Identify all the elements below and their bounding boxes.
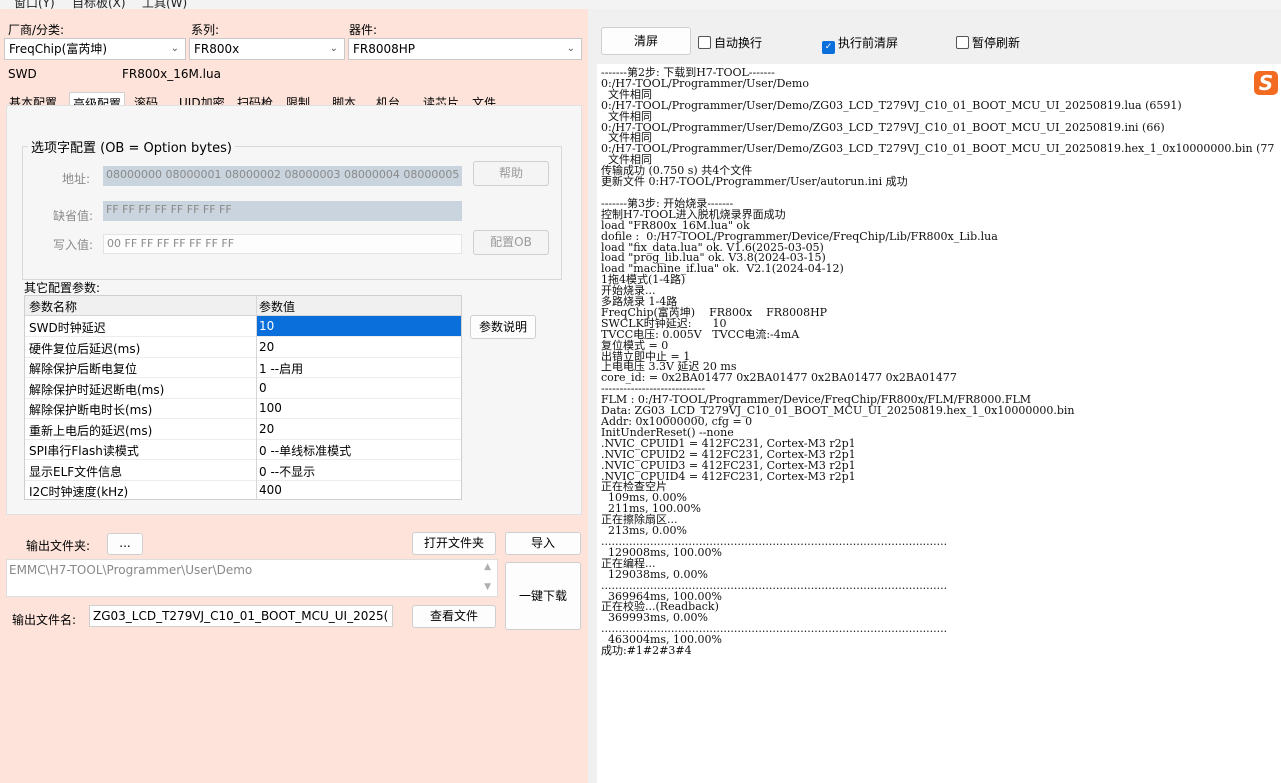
script-label: FR800x_16M.lua [122, 67, 221, 81]
chevron-down-icon: ⌄ [566, 43, 575, 54]
ob-address-field[interactable]: 08000000 08000001 08000002 08000003 0800… [103, 166, 462, 186]
ob-default-field[interactable]: FF FF FF FF FF FF FF FF [103, 201, 462, 221]
series-select[interactable]: FR800x ⌄ [189, 38, 345, 60]
params-title: 其它配置参数: [24, 281, 101, 295]
config-ob-button[interactable]: 配置OB [473, 230, 549, 255]
view-file-button[interactable]: 查看文件 [412, 605, 496, 628]
auto-wrap-checkbox[interactable]: 自动换行 [698, 34, 762, 51]
open-folder-button[interactable]: 打开文件夹 [412, 532, 496, 555]
log-output[interactable]: -------第2步: 下载到H7-TOOL------- 0:/H7-TOOL… [597, 64, 1281, 783]
output-filename-label: 输出文件名: [12, 613, 77, 627]
log-text: -------第2步: 下载到H7-TOOL------- 0:/H7-TOOL… [601, 66, 1275, 658]
output-folder-label: 输出文件夹: [26, 539, 91, 553]
table-row[interactable]: 显示ELF文件信息 0 --不显示 [25, 460, 461, 481]
option-bytes-title: 选项字配置 (OB = Option bytes) [28, 137, 235, 156]
output-filename-field[interactable]: ZG03_LCD_T279VJ_C10_01_BOOT_MCU_UI_2025( [89, 605, 393, 627]
table-row[interactable]: 解除保护时延迟断电(ms) 0 [25, 378, 461, 399]
param-name: 硬件复位后延迟(ms) [29, 341, 141, 356]
interface-label: SWD [8, 67, 37, 81]
param-name: I2C时钟速度(kHz) [29, 485, 129, 499]
series-value: FR800x [194, 42, 240, 56]
clear-screen-button[interactable]: 清屏 [601, 27, 691, 55]
scroll-down-icon[interactable]: ▼ [484, 582, 491, 592]
param-name: SWD时钟延迟 [29, 321, 106, 335]
pause-refresh-checkbox[interactable]: 暂停刷新 [956, 34, 1020, 51]
chevron-down-icon: ⌄ [170, 43, 179, 54]
output-path-box[interactable]: EMMC\H7-TOOL\Programmer\User\Demo ▲ ▼ [6, 559, 498, 597]
col-param-name: 参数名称 [29, 300, 78, 314]
param-help-button[interactable]: 参数说明 [470, 315, 536, 339]
table-row[interactable]: 硬件复位后延迟(ms) 20 [25, 337, 461, 358]
vendor-value: FreqChip(富芮坤) [9, 42, 107, 56]
checkbox-unchecked-icon [956, 36, 969, 49]
table-row[interactable]: 解除保护后断电复位 1 --启用 [25, 357, 461, 378]
menu-window[interactable]: 窗口(Y) [14, 0, 55, 9]
param-value[interactable]: 0 --不显示 [259, 463, 315, 480]
param-value[interactable]: 10 [259, 319, 274, 333]
device-value: FR8008HP [353, 42, 416, 56]
ob-address-label: 地址: [62, 172, 91, 186]
clear-before-run-label: 执行前清屏 [838, 36, 899, 50]
clear-before-run-checkbox[interactable]: ✓ 执行前清屏 [822, 34, 898, 54]
table-row[interactable]: 解除保护断电时长(ms) 100 [25, 398, 461, 419]
param-name: 解除保护时延迟断电(ms) [29, 382, 165, 397]
pause-refresh-label: 暂停刷新 [972, 36, 1021, 50]
menu-bar: 窗口(Y) 自标板(X) 工具(W) [0, 0, 1281, 9]
col-param-value: 参数值 [259, 300, 296, 314]
vendor-select[interactable]: FreqChip(富芮坤) ⌄ [4, 38, 186, 60]
vendor-label: 厂商/分类: [8, 23, 65, 37]
param-value[interactable]: 20 [259, 422, 274, 436]
param-value[interactable]: 20 [259, 340, 274, 354]
column-divider [256, 296, 257, 499]
param-value[interactable]: 1 --启用 [259, 360, 303, 377]
browse-folder-button[interactable]: ... [107, 533, 143, 555]
param-name: 显示ELF文件信息 [29, 464, 123, 479]
auto-wrap-label: 自动换行 [714, 36, 763, 50]
param-value[interactable]: 0 [259, 381, 267, 395]
chevron-down-icon: ⌄ [329, 43, 338, 54]
param-value[interactable]: 0 --单线标准模式 [259, 442, 351, 459]
device-label: 器件: [349, 23, 378, 37]
one-click-download-button[interactable]: 一键下载 [505, 562, 581, 630]
output-path: EMMC\H7-TOOL\Programmer\User\Demo [9, 563, 253, 577]
params-header: 参数名称 参数值 [25, 296, 461, 316]
table-row[interactable]: SPI串行Flash读模式 0 --单线标准模式 [25, 439, 461, 460]
param-value[interactable]: 100 [259, 401, 282, 415]
ob-write-label: 写入值: [53, 238, 94, 252]
checkbox-checked-icon: ✓ [822, 41, 835, 54]
param-name: SPI串行Flash读模式 [29, 444, 139, 458]
import-button[interactable]: 导入 [505, 532, 581, 555]
scroll-up-icon[interactable]: ▲ [484, 562, 491, 572]
device-select[interactable]: FR8008HP ⌄ [348, 38, 582, 60]
param-name: 解除保护后断电复位 [29, 362, 138, 376]
param-name: 重新上电后的延迟(ms) [29, 423, 153, 438]
help-button[interactable]: 帮助 [473, 161, 549, 186]
checkbox-unchecked-icon [698, 36, 711, 49]
param-name: 解除保护断电时长(ms) [29, 403, 153, 417]
ob-default-label: 缺省值: [53, 209, 94, 223]
table-row[interactable]: I2C时钟速度(kHz) 400 [25, 480, 461, 500]
param-value[interactable]: 400 [259, 483, 282, 497]
sogou-s-icon: S [1254, 71, 1278, 95]
series-label: 系列: [191, 23, 220, 37]
ob-write-field[interactable]: 00 FF FF FF FF FF FF FF [103, 234, 462, 254]
menu-clipboard[interactable]: 自标板(X) [72, 0, 126, 9]
menu-tools[interactable]: 工具(W) [142, 0, 187, 9]
table-row[interactable]: SWD时钟延迟 10 [25, 316, 461, 337]
table-row[interactable]: 重新上电后的延迟(ms) 20 [25, 419, 461, 440]
params-table: 参数名称 参数值 SWD时钟延迟 10 硬件复位后延迟(ms) 20 解除保护后断电… [24, 295, 462, 500]
